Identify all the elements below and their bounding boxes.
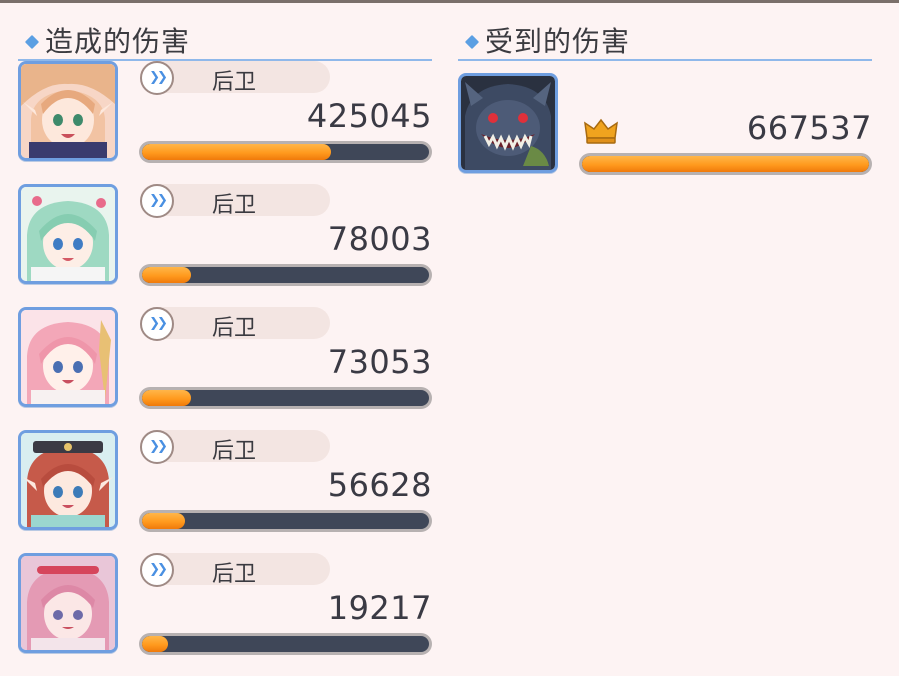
damage-value: 425045 — [306, 97, 432, 135]
damage-bar-fill — [142, 144, 332, 160]
role-label: 后卫 — [212, 562, 257, 587]
damage-received-header: 受到的伤害 — [458, 14, 872, 61]
role-label: 后卫 — [212, 193, 257, 218]
damage-bar — [579, 153, 872, 175]
damage-bar — [139, 510, 432, 532]
chevron-right-icon: ❯❯ — [140, 184, 174, 218]
damage-bar — [139, 387, 432, 409]
damage-received-panel: 受到的伤害 667537 — [458, 14, 872, 196]
crown-icon — [584, 118, 618, 144]
role-tag: ❯❯ 后卫 — [140, 430, 330, 464]
damage-row[interactable]: ❯❯ 后卫 425045 — [18, 61, 432, 184]
damage-value: 56628 — [327, 466, 432, 504]
damage-dealt-header: 造成的伤害 — [18, 14, 432, 61]
damage-row[interactable]: 667537 — [458, 73, 872, 196]
role-label: 后卫 — [212, 70, 257, 95]
damage-bar-fill — [142, 636, 168, 652]
diamond-icon — [464, 34, 480, 50]
pink-hair-girl-portrait-icon[interactable] — [18, 307, 118, 407]
chevron-right-icon: ❯❯ — [140, 553, 174, 587]
red-hair-elf-portrait-icon[interactable] — [18, 430, 118, 530]
chevron-right-icon: ❯❯ — [140, 430, 174, 464]
damage-bar-fill — [142, 513, 186, 529]
damage-dealt-panel: 造成的伤害 ❯❯ 后卫 425045 ❯❯ 后卫 78003 ❯❯ 后卫 730… — [18, 14, 432, 676]
rose-hair-girl-portrait-icon[interactable] — [18, 553, 118, 653]
damage-row[interactable]: ❯❯ 后卫 78003 — [18, 184, 432, 307]
damage-bar-fill — [142, 390, 191, 406]
diamond-icon — [24, 34, 40, 50]
mint-hair-girl-portrait-icon[interactable] — [18, 184, 118, 284]
role-label: 后卫 — [212, 316, 257, 341]
damage-value: 73053 — [327, 343, 432, 381]
role-tag: ❯❯ 后卫 — [140, 553, 330, 587]
role-tag: ❯❯ 后卫 — [140, 61, 330, 95]
role-tag: ❯❯ 后卫 — [140, 184, 330, 218]
dark-dragon-monster-portrait-icon[interactable] — [458, 73, 558, 173]
damage-row[interactable]: ❯❯ 后卫 73053 — [18, 307, 432, 430]
chevron-right-icon: ❯❯ — [140, 61, 174, 95]
damage-bar — [139, 264, 432, 286]
role-tag: ❯❯ 后卫 — [140, 307, 330, 341]
chevron-right-icon: ❯❯ — [140, 307, 174, 341]
role-label: 后卫 — [212, 439, 257, 464]
damage-bar — [139, 633, 432, 655]
damage-value: 19217 — [327, 589, 432, 627]
header-rule — [458, 59, 872, 61]
damage-value: 667537 — [746, 109, 872, 147]
damage-row[interactable]: ❯❯ 后卫 56628 — [18, 430, 432, 553]
damage-bar-fill — [582, 156, 869, 172]
damage-bar — [139, 141, 432, 163]
damage-value: 78003 — [327, 220, 432, 258]
damage-row[interactable]: ❯❯ 后卫 19217 — [18, 553, 432, 676]
elf-pink-hair-portrait-icon[interactable] — [18, 61, 118, 161]
damage-bar-fill — [142, 267, 191, 283]
top-border-line — [0, 0, 899, 3]
damage-dealt-title: 造成的伤害 — [45, 25, 191, 58]
damage-received-title: 受到的伤害 — [485, 25, 631, 58]
